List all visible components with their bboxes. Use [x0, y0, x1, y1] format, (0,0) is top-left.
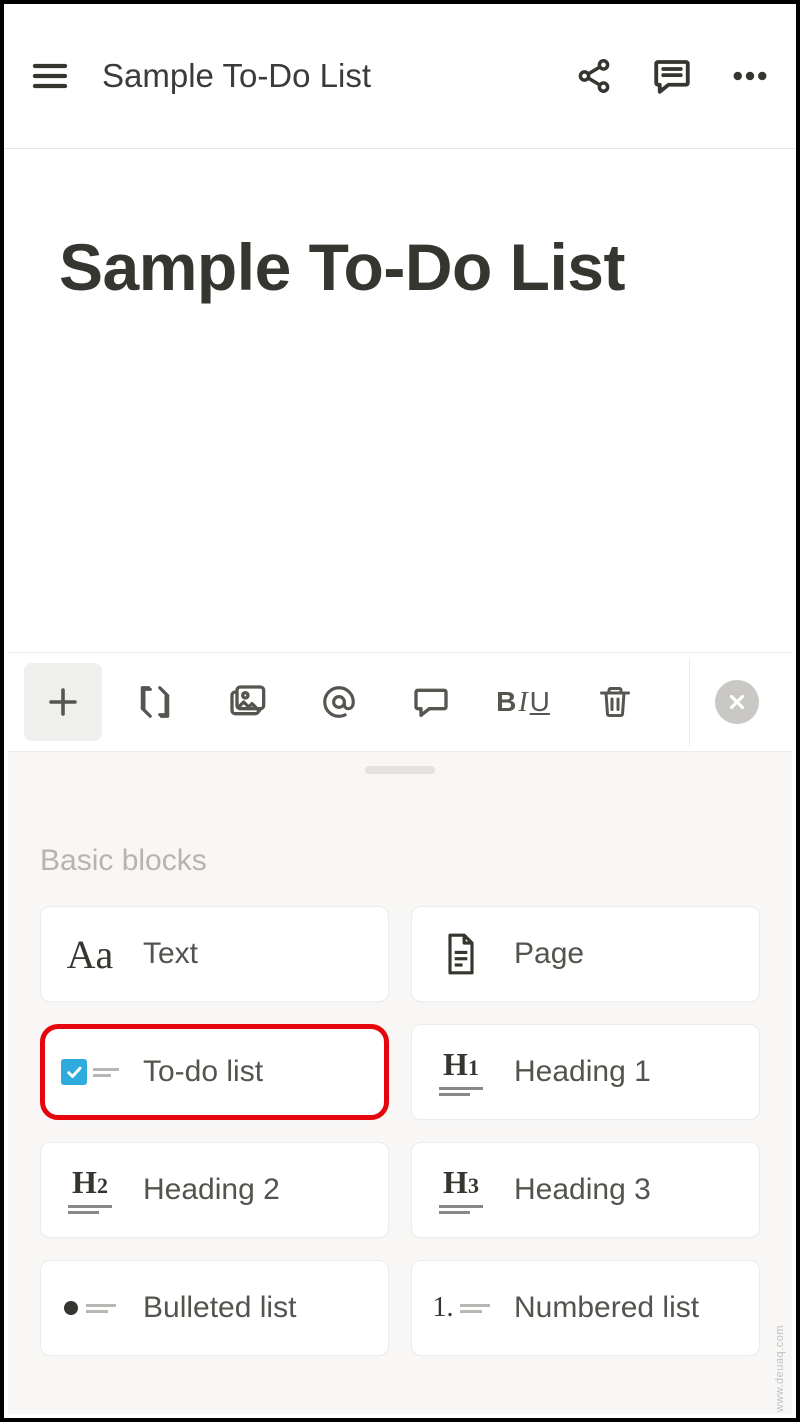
more-button[interactable]	[726, 52, 774, 100]
heading3-icon: H3	[430, 1166, 492, 1214]
transform-icon	[136, 683, 174, 721]
block-option-text[interactable]: Aa Text	[40, 906, 389, 1002]
editor-toolbar: BIU	[8, 652, 792, 752]
hamburger-icon	[30, 56, 70, 96]
app-frame: Sample To-Do List Sample To-Do List	[0, 0, 800, 1422]
top-bar-actions	[570, 52, 774, 100]
comments-button[interactable]	[648, 52, 696, 100]
biu-icon: BIU	[496, 686, 550, 719]
insert-image-button[interactable]	[208, 663, 286, 741]
block-grid: Aa Text Page To-do list	[40, 906, 760, 1356]
block-option-label: Heading 1	[514, 1055, 651, 1089]
page-title[interactable]: Sample To-Do List	[59, 229, 741, 305]
block-option-todo[interactable]: To-do list	[40, 1024, 389, 1120]
section-label-basic-blocks: Basic blocks	[40, 844, 760, 878]
page-icon	[430, 932, 492, 976]
text-icon: Aa	[59, 931, 121, 978]
comment-button[interactable]	[392, 663, 470, 741]
block-option-page[interactable]: Page	[411, 906, 760, 1002]
document-title[interactable]: Sample To-Do List	[102, 57, 570, 95]
block-option-bulleted-list[interactable]: Bulleted list	[40, 1260, 389, 1356]
block-option-label: Text	[143, 937, 198, 971]
block-option-heading-2[interactable]: H2 Heading 2	[40, 1142, 389, 1238]
todo-icon	[59, 1059, 121, 1085]
mention-button[interactable]	[300, 663, 378, 741]
comment-icon	[651, 55, 693, 97]
heading2-icon: H2	[59, 1166, 121, 1214]
block-option-label: Bulleted list	[143, 1291, 296, 1325]
plus-icon	[45, 684, 81, 720]
block-option-heading-3[interactable]: H3 Heading 3	[411, 1142, 760, 1238]
close-toolbar-button[interactable]	[698, 663, 776, 741]
numbered-list-icon: 1.	[430, 1292, 492, 1324]
block-option-numbered-list[interactable]: 1. Numbered list	[411, 1260, 760, 1356]
block-option-label: Numbered list	[514, 1291, 699, 1325]
share-icon	[575, 57, 613, 95]
text-format-button[interactable]: BIU	[484, 663, 562, 741]
trash-icon	[597, 684, 633, 720]
block-option-label: Page	[514, 937, 584, 971]
toolbar-divider	[689, 658, 690, 746]
top-bar: Sample To-Do List	[4, 4, 796, 149]
turn-into-button[interactable]	[116, 663, 194, 741]
share-button[interactable]	[570, 52, 618, 100]
block-option-label: Heading 2	[143, 1173, 280, 1207]
more-horizontal-icon	[729, 55, 771, 97]
heading1-icon: H1	[430, 1048, 492, 1096]
close-icon	[715, 680, 759, 724]
image-icon	[227, 682, 267, 722]
speech-bubble-icon	[411, 682, 451, 722]
at-icon	[320, 683, 358, 721]
menu-button[interactable]	[26, 52, 74, 100]
block-option-heading-1[interactable]: H1 Heading 1	[411, 1024, 760, 1120]
add-block-button[interactable]	[24, 663, 102, 741]
bulleted-list-icon	[59, 1301, 121, 1316]
delete-button[interactable]	[576, 663, 654, 741]
sheet-drag-handle[interactable]	[365, 766, 435, 774]
editor-area[interactable]: Sample To-Do List	[4, 149, 796, 305]
block-option-label: Heading 3	[514, 1173, 651, 1207]
watermark: www.deuaq.com	[774, 1325, 786, 1412]
block-picker-sheet: Basic blocks Aa Text Page	[8, 752, 792, 1414]
block-option-label: To-do list	[143, 1055, 263, 1089]
